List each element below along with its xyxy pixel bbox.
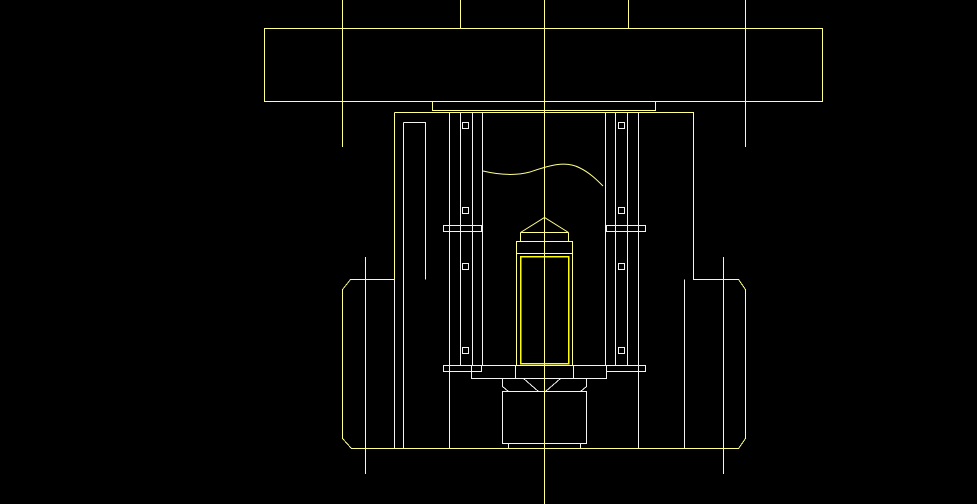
- cad-drawing-canvas[interactable]: [0, 0, 977, 504]
- drawing-background: [0, 0, 977, 504]
